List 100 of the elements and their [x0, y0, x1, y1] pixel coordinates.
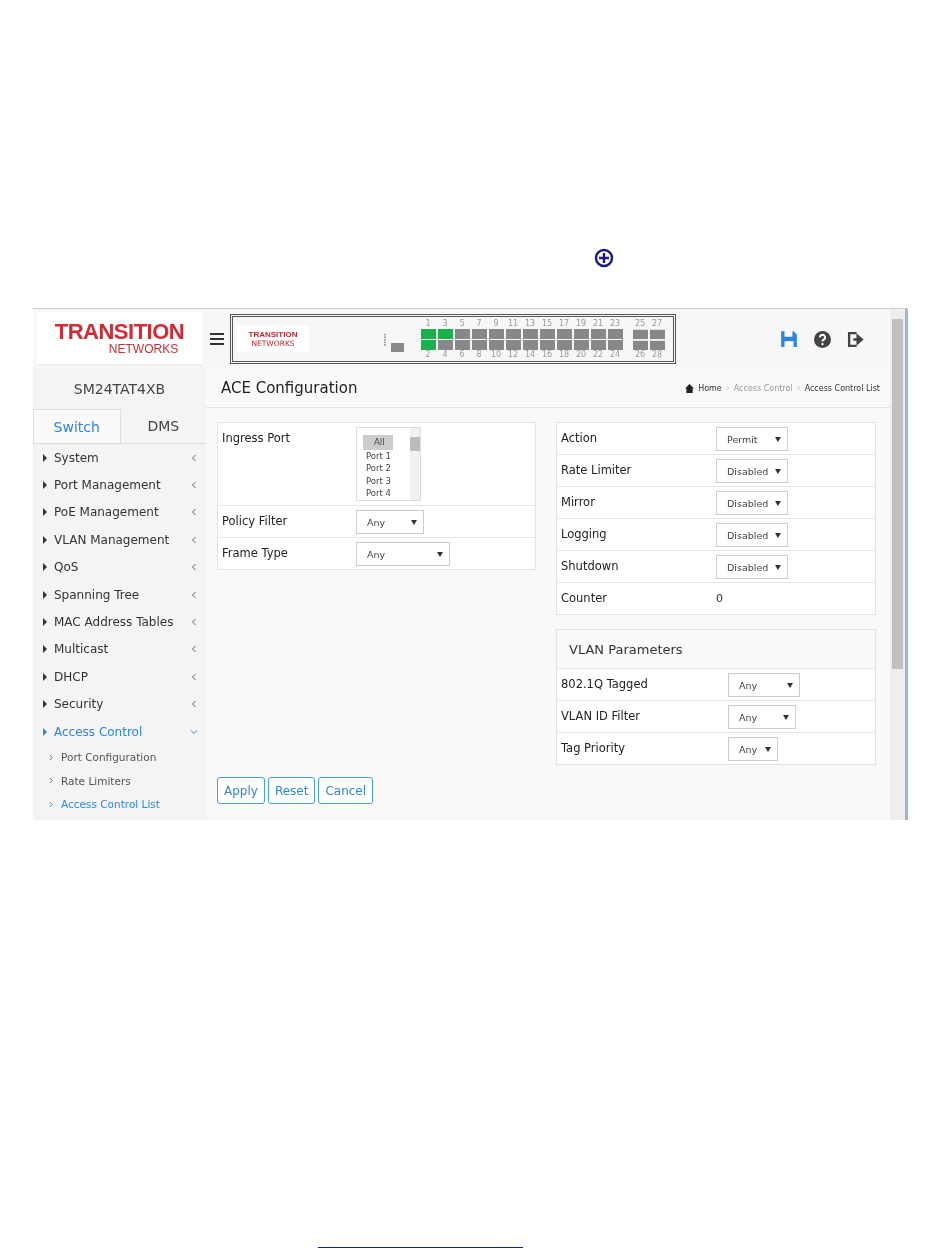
menu-item[interactable]: PoE Management — [33, 498, 206, 527]
port-icon[interactable] — [607, 328, 623, 339]
scrollbar[interactable] — [410, 428, 420, 500]
port-icon[interactable] — [556, 328, 572, 339]
port-number: 21 — [592, 319, 604, 328]
submenu-item[interactable]: Rate Limiters — [33, 768, 206, 793]
menu-item[interactable]: System — [33, 444, 206, 472]
company-logo: TRANSITION NETWORKS — [37, 312, 202, 366]
port-icon[interactable] — [539, 339, 555, 350]
menu-item[interactable]: Multicast — [33, 635, 206, 664]
breadcrumb-link[interactable]: Home — [698, 383, 722, 393]
nav-tab[interactable]: Switch — [33, 409, 121, 443]
dropdown[interactable]: Disabled — [716, 555, 788, 579]
menu-item[interactable]: Port Management — [33, 471, 206, 499]
menu-item[interactable]: QoS — [33, 553, 206, 581]
port-icon[interactable] — [539, 328, 555, 339]
sfp-port-icon[interactable] — [632, 328, 648, 339]
dropdown[interactable]: Any — [356, 510, 424, 534]
list-option[interactable]: Port 1 — [363, 449, 396, 463]
port-icon[interactable] — [420, 328, 436, 339]
logout-icon[interactable] — [847, 330, 864, 348]
help-icon[interactable] — [814, 330, 831, 348]
sfp-port-icon[interactable] — [632, 339, 648, 350]
menu-item[interactable]: MAC Address Tables — [33, 608, 206, 636]
port-number: 11 — [507, 319, 519, 328]
triangle-icon — [43, 563, 47, 572]
menu-item[interactable]: DHCP — [33, 663, 206, 691]
port-icon[interactable] — [454, 339, 470, 350]
dropdown[interactable]: Permit — [716, 427, 788, 451]
port-icon[interactable] — [505, 339, 521, 350]
port-icon[interactable] — [454, 328, 470, 339]
form-button[interactable]: Cancel — [318, 777, 374, 804]
port-icon[interactable] — [590, 328, 606, 339]
port-number: 6 — [459, 350, 465, 359]
chevron-icon — [190, 535, 198, 544]
port-icon[interactable] — [505, 328, 521, 339]
chevron-icon — [190, 481, 198, 490]
dropdown[interactable]: Any — [728, 705, 796, 729]
dropdown[interactable]: Disabled — [716, 459, 788, 483]
field-label: 802.1Q Tagged — [561, 676, 649, 691]
port-icon[interactable] — [573, 339, 589, 350]
list-option[interactable]: All — [363, 435, 393, 450]
port-icon[interactable] — [607, 339, 623, 350]
port-icon[interactable] — [471, 339, 487, 350]
menu-item[interactable]: Access Control — [33, 717, 206, 746]
port-number: 8 — [476, 350, 482, 359]
scrollbar[interactable] — [890, 309, 908, 820]
port-icon[interactable] — [522, 339, 538, 350]
menu-item[interactable]: Spanning Tree — [33, 580, 206, 609]
sfp-port-icon[interactable] — [649, 339, 665, 350]
menu-item[interactable]: Security — [33, 690, 206, 718]
port-icon[interactable] — [420, 339, 436, 350]
save-icon[interactable] — [780, 330, 798, 348]
dropdown[interactable]: Any — [728, 737, 778, 761]
port-number: 15 — [541, 319, 553, 328]
chevron-icon — [190, 645, 198, 654]
port-number: 25 — [634, 319, 646, 328]
home-icon[interactable] — [685, 383, 695, 393]
breadcrumb-link[interactable]: Access Control List — [804, 383, 880, 393]
chevron-icon — [190, 700, 198, 709]
field-value: 0 — [716, 591, 723, 605]
port-icon[interactable] — [488, 328, 504, 339]
list-option[interactable]: Port 2 — [363, 462, 396, 475]
submenu-item[interactable]: Access Control List — [33, 792, 206, 816]
field-label: Frame Type — [222, 545, 289, 560]
port-icon[interactable] — [437, 328, 453, 339]
port-number: 5 — [459, 319, 465, 328]
field-label: Logging — [561, 526, 608, 541]
port-icon[interactable] — [522, 328, 538, 339]
port-number: 14 — [524, 350, 536, 359]
triangle-icon — [43, 618, 47, 627]
field-label: Mirror — [561, 494, 596, 509]
port-icon[interactable] — [488, 339, 504, 350]
nav-tab[interactable]: DMS — [120, 409, 206, 443]
form-button[interactable]: Reset — [267, 777, 316, 804]
port-icon[interactable] — [590, 339, 606, 350]
port-number: 18 — [558, 350, 570, 359]
add-icon[interactable] — [594, 248, 614, 268]
port-icon[interactable] — [471, 328, 487, 339]
port-icon[interactable] — [556, 339, 572, 350]
submenu-item[interactable]: Port Configuration — [33, 745, 206, 769]
form-button[interactable]: Apply — [217, 777, 265, 804]
port-icon[interactable] — [437, 339, 453, 350]
port-listbox[interactable]: All Port 1 Port 2 Port 3 Port 4 — [356, 427, 421, 501]
list-option[interactable]: Port 3 — [363, 474, 396, 488]
port-number: 2 — [425, 350, 431, 359]
port-number: 28 — [651, 350, 663, 359]
menu-item[interactable]: VLAN Management — [33, 526, 206, 554]
chevron-icon — [190, 453, 198, 462]
chevron-icon — [49, 777, 54, 785]
dropdown[interactable]: Any — [356, 542, 450, 566]
dropdown[interactable]: Disabled — [716, 491, 788, 515]
menu-icon[interactable] — [210, 333, 224, 345]
dropdown[interactable]: Any — [728, 673, 800, 697]
port-icon[interactable] — [573, 328, 589, 339]
dropdown[interactable]: Disabled — [716, 523, 788, 547]
triangle-icon — [43, 672, 47, 681]
sfp-port-icon[interactable] — [649, 328, 665, 339]
list-option[interactable]: Port 4 — [363, 487, 396, 500]
field-label: Shutdown — [561, 558, 620, 573]
